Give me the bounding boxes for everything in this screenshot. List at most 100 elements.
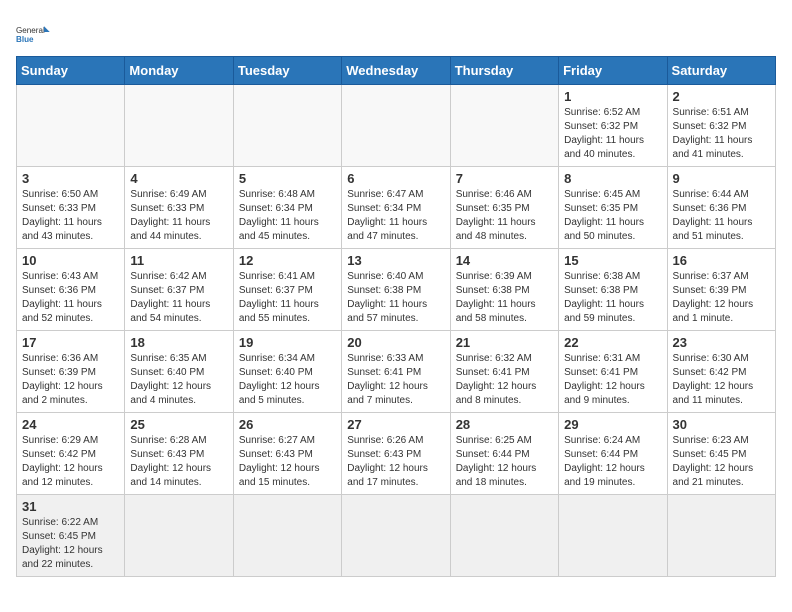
calendar-cell: 26 Sunrise: 6:27 AM Sunset: 6:43 PM Dayli… [233, 413, 341, 495]
day-number: 18 [130, 335, 227, 350]
cell-info: Sunrise: 6:43 AM Sunset: 6:36 PM Dayligh… [22, 270, 119, 326]
cell-info: Sunrise: 6:29 AM Sunset: 6:42 PM Dayligh… [22, 434, 119, 490]
day-header-saturday: Saturday [667, 57, 775, 85]
day-number: 3 [22, 171, 119, 186]
cell-info: Sunrise: 6:27 AM Sunset: 6:43 PM Dayligh… [239, 434, 336, 490]
calendar-cell: 27Sunrise: 6:26 AM Sunset: 6:43 PM Dayli… [342, 413, 450, 495]
week-row-5: 31Sunrise: 6:22 AM Sunset: 6:45 PM Dayli… [17, 495, 776, 577]
week-row-2: 10 Sunrise: 6:43 AM Sunset: 6:36 PM Dayli… [17, 249, 776, 331]
day-number: 10 [22, 253, 119, 268]
cell-info: Sunrise: 6:44 AM Sunset: 6:36 PM Dayligh… [673, 188, 770, 244]
day-number: 25 [130, 417, 227, 432]
cell-info: Sunrise: 6:31 AM Sunset: 6:41 PM Dayligh… [564, 352, 661, 408]
calendar-cell [233, 85, 341, 167]
calendar-cell: 17 Sunrise: 6:36 AM Sunset: 6:39 PM Dayli… [17, 331, 125, 413]
calendar-cell [125, 85, 233, 167]
day-number: 1 [564, 89, 661, 104]
day-number: 22 [564, 335, 661, 350]
calendar-cell: 20 Sunrise: 6:33 AM Sunset: 6:41 PM Dayli… [342, 331, 450, 413]
calendar-table: SundayMondayTuesdayWednesdayThursdayFrid… [16, 56, 776, 577]
cell-info: Sunrise: 6:50 AM Sunset: 6:33 PM Dayligh… [22, 188, 119, 244]
day-header-friday: Friday [559, 57, 667, 85]
calendar-cell: 23 Sunrise: 6:30 AM Sunset: 6:42 PM Dayli… [667, 331, 775, 413]
week-row-0: 1 Sunrise: 6:52 AM Sunset: 6:32 PM Daylig… [17, 85, 776, 167]
calendar-cell: 18Sunrise: 6:35 AM Sunset: 6:40 PM Dayli… [125, 331, 233, 413]
cell-info: Sunrise: 6:25 AM Sunset: 6:44 PM Dayligh… [456, 434, 553, 490]
day-number: 24 [22, 417, 119, 432]
day-number: 20 [347, 335, 444, 350]
day-number: 16 [673, 253, 770, 268]
cell-info: Sunrise: 6:51 AM Sunset: 6:32 PM Dayligh… [673, 106, 770, 162]
day-number: 12 [239, 253, 336, 268]
day-number: 17 [22, 335, 119, 350]
calendar-cell: 4Sunrise: 6:49 AM Sunset: 6:33 PM Daylig… [125, 167, 233, 249]
day-number: 2 [673, 89, 770, 104]
calendar-cell: 21 Sunrise: 6:32 AM Sunset: 6:41 PM Dayli… [450, 331, 558, 413]
cell-info: Sunrise: 6:38 AM Sunset: 6:38 PM Dayligh… [564, 270, 661, 326]
cell-info: Sunrise: 6:41 AM Sunset: 6:37 PM Dayligh… [239, 270, 336, 326]
calendar-cell [450, 495, 558, 577]
svg-text:General: General [16, 26, 45, 35]
day-number: 4 [130, 171, 227, 186]
header: GeneralBlue [16, 16, 776, 52]
calendar-cell: 3 Sunrise: 6:50 AM Sunset: 6:33 PM Daylig… [17, 167, 125, 249]
cell-info: Sunrise: 6:33 AM Sunset: 6:41 PM Dayligh… [347, 352, 444, 408]
cell-info: Sunrise: 6:48 AM Sunset: 6:34 PM Dayligh… [239, 188, 336, 244]
calendar-cell: 22 Sunrise: 6:31 AM Sunset: 6:41 PM Dayli… [559, 331, 667, 413]
day-header-thursday: Thursday [450, 57, 558, 85]
day-number: 14 [456, 253, 553, 268]
calendar-cell: 2 Sunrise: 6:51 AM Sunset: 6:32 PM Daylig… [667, 85, 775, 167]
day-number: 21 [456, 335, 553, 350]
calendar-cell [667, 495, 775, 577]
calendar-cell: 8 Sunrise: 6:45 AM Sunset: 6:35 PM Daylig… [559, 167, 667, 249]
day-header-tuesday: Tuesday [233, 57, 341, 85]
calendar-cell: 28Sunrise: 6:25 AM Sunset: 6:44 PM Dayli… [450, 413, 558, 495]
day-number: 19 [239, 335, 336, 350]
calendar-cell: 19Sunrise: 6:34 AM Sunset: 6:40 PM Dayli… [233, 331, 341, 413]
cell-info: Sunrise: 6:37 AM Sunset: 6:39 PM Dayligh… [673, 270, 770, 326]
cell-info: Sunrise: 6:26 AM Sunset: 6:43 PM Dayligh… [347, 434, 444, 490]
calendar-cell: 13Sunrise: 6:40 AM Sunset: 6:38 PM Dayli… [342, 249, 450, 331]
calendar-cell: 14 Sunrise: 6:39 AM Sunset: 6:38 PM Dayli… [450, 249, 558, 331]
day-header-wednesday: Wednesday [342, 57, 450, 85]
day-number: 7 [456, 171, 553, 186]
cell-info: Sunrise: 6:28 AM Sunset: 6:43 PM Dayligh… [130, 434, 227, 490]
calendar-cell [125, 495, 233, 577]
svg-text:Blue: Blue [16, 35, 34, 44]
calendar-cell: 30 Sunrise: 6:23 AM Sunset: 6:45 PM Dayli… [667, 413, 775, 495]
day-number: 5 [239, 171, 336, 186]
week-row-3: 17 Sunrise: 6:36 AM Sunset: 6:39 PM Dayli… [17, 331, 776, 413]
day-number: 8 [564, 171, 661, 186]
cell-info: Sunrise: 6:47 AM Sunset: 6:34 PM Dayligh… [347, 188, 444, 244]
cell-info: Sunrise: 6:23 AM Sunset: 6:45 PM Dayligh… [673, 434, 770, 490]
cell-info: Sunrise: 6:39 AM Sunset: 6:38 PM Dayligh… [456, 270, 553, 326]
cell-info: Sunrise: 6:52 AM Sunset: 6:32 PM Dayligh… [564, 106, 661, 162]
calendar-cell: 16 Sunrise: 6:37 AM Sunset: 6:39 PM Dayli… [667, 249, 775, 331]
cell-info: Sunrise: 6:46 AM Sunset: 6:35 PM Dayligh… [456, 188, 553, 244]
calendar-cell: 12 Sunrise: 6:41 AM Sunset: 6:37 PM Dayli… [233, 249, 341, 331]
cell-info: Sunrise: 6:45 AM Sunset: 6:35 PM Dayligh… [564, 188, 661, 244]
logo-icon: GeneralBlue [16, 16, 52, 52]
calendar-cell: 5 Sunrise: 6:48 AM Sunset: 6:34 PM Daylig… [233, 167, 341, 249]
day-number: 26 [239, 417, 336, 432]
calendar-cell: 7 Sunrise: 6:46 AM Sunset: 6:35 PM Daylig… [450, 167, 558, 249]
cell-info: Sunrise: 6:40 AM Sunset: 6:38 PM Dayligh… [347, 270, 444, 326]
calendar-cell [450, 85, 558, 167]
day-number: 31 [22, 499, 119, 514]
cell-info: Sunrise: 6:30 AM Sunset: 6:42 PM Dayligh… [673, 352, 770, 408]
day-number: 30 [673, 417, 770, 432]
calendar-cell [233, 495, 341, 577]
calendar-cell: 15 Sunrise: 6:38 AM Sunset: 6:38 PM Dayli… [559, 249, 667, 331]
day-number: 15 [564, 253, 661, 268]
day-number: 23 [673, 335, 770, 350]
day-number: 29 [564, 417, 661, 432]
cell-info: Sunrise: 6:36 AM Sunset: 6:39 PM Dayligh… [22, 352, 119, 408]
calendar-cell: 25 Sunrise: 6:28 AM Sunset: 6:43 PM Dayli… [125, 413, 233, 495]
day-header-monday: Monday [125, 57, 233, 85]
calendar-cell [559, 495, 667, 577]
cell-info: Sunrise: 6:42 AM Sunset: 6:37 PM Dayligh… [130, 270, 227, 326]
day-number: 11 [130, 253, 227, 268]
day-header-sunday: Sunday [17, 57, 125, 85]
week-row-4: 24 Sunrise: 6:29 AM Sunset: 6:42 PM Dayli… [17, 413, 776, 495]
cell-info: Sunrise: 6:32 AM Sunset: 6:41 PM Dayligh… [456, 352, 553, 408]
